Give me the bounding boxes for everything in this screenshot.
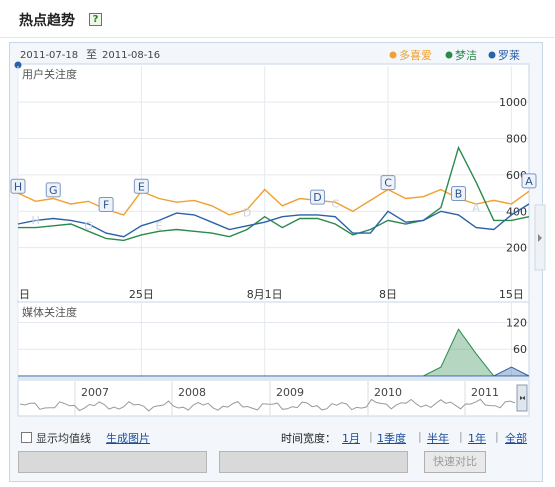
compare-input-2[interactable]: [219, 451, 408, 473]
separator: |: [459, 430, 463, 443]
annotation-flag[interactable]: G: [45, 182, 61, 198]
range-1m-link[interactable]: 1月: [342, 430, 360, 446]
annotation-ghost: E: [155, 219, 162, 232]
range-1y-link[interactable]: 1年: [468, 430, 486, 446]
annotation-letter: A: [525, 175, 533, 188]
annotation-letter: E: [138, 180, 145, 193]
annotation-ghost: A: [472, 201, 480, 214]
x-tick-label: 8月1日: [247, 288, 283, 301]
media-y-tick-label: 120: [506, 316, 527, 329]
annotation-flag[interactable]: E: [133, 178, 149, 194]
annotation-flag[interactable]: H: [10, 178, 26, 194]
annotation-flag[interactable]: C: [380, 175, 396, 191]
generate-image-link[interactable]: 生成图片: [106, 430, 150, 446]
annotation-flag[interactable]: B: [451, 186, 467, 202]
x-tick-label: 15日: [499, 288, 524, 301]
legend-dot-duoxiai: [389, 51, 397, 59]
overview-year-label: 2009: [276, 386, 304, 399]
show-avg-label: 显示均值线: [36, 432, 91, 445]
x-tick-label: 日: [19, 288, 30, 301]
x-tick-label: 25日: [129, 288, 154, 301]
legend-dot-mengjie: [445, 51, 453, 59]
date-end: 2011-08-16: [102, 50, 160, 61]
annotation-flag[interactable]: D: [310, 189, 326, 205]
media-chart-title: 媒体关注度: [22, 305, 77, 319]
legend-label: 梦洁: [455, 49, 477, 62]
date-sep: 至: [86, 48, 97, 61]
media-y-tick-label: 60: [513, 343, 527, 356]
annotation-letter: G: [49, 184, 58, 197]
annotation-letter: F: [103, 198, 109, 211]
user-chart-title: 用户关注度: [22, 67, 77, 81]
range-1q-link[interactable]: 1季度: [377, 430, 406, 446]
legend-dot-luolai: [488, 51, 496, 59]
annotation-ghost: G: [84, 219, 93, 232]
annotation-letter: B: [455, 188, 463, 201]
range-all-link[interactable]: 全部: [505, 430, 527, 446]
compare-input-1[interactable]: [18, 451, 207, 473]
show-avg-checkbox[interactable]: [21, 432, 32, 443]
quick-compare-button[interactable]: 快速对比: [424, 451, 486, 473]
legend-label: 罗莱: [498, 49, 520, 62]
annotation-letter: C: [384, 177, 392, 190]
separator: |: [369, 430, 373, 443]
overview-year-label: 2008: [178, 386, 206, 399]
annotation-flag[interactable]: F: [98, 196, 114, 212]
annotation-letter: H: [14, 180, 22, 193]
legend: 多喜爱 梦洁 罗莱: [389, 48, 520, 62]
legend-label: 多喜爱: [399, 48, 432, 62]
y-tick-label: 800: [506, 133, 527, 146]
x-tick-label: 8日: [379, 288, 397, 301]
annotation-ghost: D: [243, 207, 251, 220]
separator: |: [495, 430, 499, 443]
trend-chart: 日 25日 8月1日 8日 15日2004006008001000 H GFEDCBAH G…: [10, 48, 546, 417]
y-tick-label: 200: [506, 242, 527, 255]
annotation-ghost: H: [31, 214, 39, 227]
annotation-flag[interactable]: A: [521, 173, 537, 189]
overview-year-label: 2007: [81, 386, 109, 399]
overview-year-label: 2010: [374, 386, 402, 399]
range-half-year-link[interactable]: 半年: [427, 430, 449, 446]
annotation-ghost: C: [331, 198, 339, 211]
separator: |: [418, 430, 422, 443]
annotation-letter: D: [313, 191, 321, 204]
time-width-label: 时间宽度：: [281, 432, 336, 445]
y-tick-label: 1000: [499, 96, 527, 109]
date-start: 2011-07-18: [20, 50, 78, 61]
overview-year-label: 2011: [471, 386, 499, 399]
user-chart-bg: [17, 63, 530, 303]
